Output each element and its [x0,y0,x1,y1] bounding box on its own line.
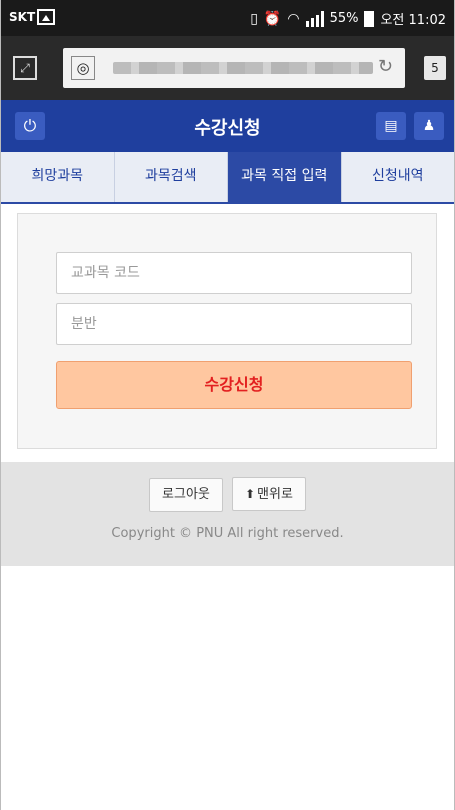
course-code-input[interactable]: 교과목 코드 [56,252,412,294]
tab-direct-entry[interactable]: 과목 직접 입력 [228,152,342,202]
copyright-text: Copyright © PNU All right reserved. [111,526,344,541]
section-input[interactable]: 분반 [56,303,412,345]
direct-entry-form: 교과목 코드 분반 수강신청 [17,213,437,449]
logout-button[interactable]: 로그아웃 [149,478,223,512]
tab-count-button[interactable]: 5 [424,56,446,80]
tab-course-search[interactable]: 과목검색 [115,152,228,202]
signal-icon [305,10,324,27]
arrow-up-icon: ⬆ [244,487,256,501]
register-button[interactable]: 수강신청 [56,361,412,409]
gallery-notification-icon [37,9,55,25]
back-to-top-button[interactable]: ⬆ 맨위로 [231,477,306,511]
app-header: ⏻ 수강신청 ▤ ♟ [1,100,454,152]
user-icon[interactable]: ♟ [414,112,444,140]
wifi-icon: ◠ [287,10,300,27]
tab-registration-history[interactable]: 신청내역 [342,152,455,202]
url-text-blurred [113,62,373,74]
browser-toolbar: ⤢ ◎ ↻ 5 [1,36,454,100]
reload-icon[interactable]: ↻ [378,56,393,77]
status-icons: ▯ ⏰ ◠ 55% 오전 11:02 [250,9,446,28]
screen-icon: ▯ [250,10,258,27]
tab-navigation: 희망과목 과목검색 과목 직접 입력 신청내역 [1,152,454,204]
alarm-icon: ⏰ [263,10,282,27]
back-to-top-label: 맨위로 [257,487,293,502]
calendar-icon[interactable]: ▤ [376,112,406,140]
fullscreen-icon[interactable]: ⤢ [13,56,37,80]
footer: 로그아웃 ⬆ 맨위로 Copyright © PNU All right rese… [1,462,454,566]
battery-icon [364,10,375,27]
logout-label: 로그아웃 [162,487,210,502]
battery-percent: 55% [329,11,359,26]
clock: 오전 11:02 [380,13,446,28]
carrier-label: SKT [9,10,36,24]
status-bar: SKT ▯ ⏰ ◠ 55% 오전 11:02 [1,0,454,36]
globe-icon: ◎ [71,56,95,80]
tab-wish-courses[interactable]: 희망과목 [1,152,115,202]
address-bar[interactable]: ◎ ↻ [63,48,405,88]
